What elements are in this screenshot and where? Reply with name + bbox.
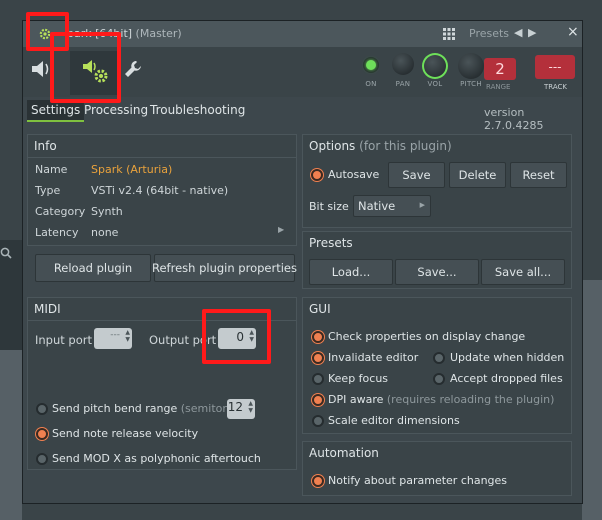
save-preset-button[interactable]: Save...: [395, 259, 479, 285]
highlight-plugin-settings: [50, 32, 121, 103]
refresh-plugin-properties-button[interactable]: Refresh plugin properties: [152, 254, 297, 282]
info-type-value: VSTi v2.4 (64bit - native): [91, 184, 229, 197]
bitsize-label: Bit size: [309, 200, 349, 213]
chevron-right-icon: ▶: [419, 201, 425, 209]
pitch-bend-spinner[interactable]: 12 ▲ ▼: [227, 399, 255, 419]
close-icon[interactable]: ×: [567, 24, 579, 40]
dpi-aware-label: DPI aware (requires reloading the plugin…: [328, 393, 555, 406]
background-right-strip: [582, 280, 602, 520]
reset-button[interactable]: Reset: [510, 162, 567, 188]
update-hidden-radio[interactable]: [433, 352, 445, 364]
input-port-spinner[interactable]: --- ▲ ▼: [94, 328, 132, 349]
chevron-right-icon[interactable]: ▶: [528, 26, 536, 39]
highlight-output-port: [202, 309, 271, 364]
invalidate-editor-label: Invalidate editor: [328, 351, 419, 364]
note-release-label: Send note release velocity: [52, 427, 199, 440]
bitsize-select[interactable]: Native ▶: [353, 195, 431, 217]
presets-heading: Presets: [309, 236, 353, 250]
pan-knob[interactable]: PAN: [391, 53, 415, 88]
accept-dropped-radio[interactable]: [433, 373, 445, 385]
volume-knob[interactable]: VOL: [421, 53, 449, 88]
note-release-radio[interactable]: [36, 428, 48, 440]
dpi-aware-radio[interactable]: [312, 394, 324, 406]
pitch-knob[interactable]: PITCH: [457, 53, 485, 88]
options-panel: Options (for this plugin) Autosave Save …: [302, 134, 572, 228]
presets-menu[interactable]: Presets: [469, 27, 509, 40]
info-heading: Info: [34, 139, 57, 153]
track-label: TRACK: [544, 83, 567, 91]
reload-plugin-button[interactable]: Reload plugin: [35, 254, 151, 282]
info-name-value: Spark (Arturia): [91, 163, 173, 176]
chevron-right-icon[interactable]: ▶: [278, 225, 284, 234]
check-properties-radio[interactable]: [312, 331, 324, 343]
scale-editor-label: Scale editor dimensions: [328, 414, 460, 427]
on-toggle[interactable]: ON: [359, 53, 383, 88]
info-latency-label: Latency: [35, 226, 79, 239]
check-properties-label: Check properties on display change: [328, 330, 526, 343]
keep-focus-label: Keep focus: [328, 372, 389, 385]
keep-focus-radio[interactable]: [312, 373, 324, 385]
options-heading: Options (for this plugin): [309, 139, 452, 153]
scale-editor-radio[interactable]: [312, 415, 324, 427]
track-selector[interactable]: ---: [535, 55, 575, 79]
load-preset-button[interactable]: Load...: [309, 259, 393, 285]
pitch-bend-radio[interactable]: [36, 403, 48, 415]
accept-dropped-label: Accept dropped files: [450, 372, 563, 385]
delete-button[interactable]: Delete: [449, 162, 506, 188]
tab-processing[interactable]: Processing: [84, 103, 148, 117]
background-right-panel: [582, 0, 602, 280]
autosave-label: Autosave: [328, 168, 380, 181]
pitch-range-value[interactable]: 2: [484, 58, 516, 80]
info-latency-value: none: [91, 226, 119, 239]
save-button[interactable]: Save: [388, 162, 445, 188]
notify-parameter-label: Notify about parameter changes: [328, 474, 508, 487]
background-left-strip: [0, 350, 22, 520]
gui-heading: GUI: [309, 302, 331, 316]
invalidate-editor-radio[interactable]: [312, 352, 324, 364]
search-icon[interactable]: [0, 247, 12, 263]
info-category-value: Synth: [91, 205, 123, 218]
save-all-presets-button[interactable]: Save all...: [481, 259, 565, 285]
midi-heading: MIDI: [34, 302, 61, 316]
automation-heading: Automation: [309, 446, 379, 460]
input-port-label: Input port: [35, 333, 93, 347]
tab-troubleshooting[interactable]: Troubleshooting: [150, 103, 245, 117]
pitch-bend-label: Send pitch bend range (semitones): [52, 402, 247, 415]
autosave-radio[interactable]: [311, 169, 323, 181]
tab-settings[interactable]: Settings: [27, 100, 85, 122]
range-label: RANGE: [486, 83, 511, 91]
info-name-label: Name: [35, 163, 68, 176]
wrench-icon[interactable]: [123, 59, 143, 82]
update-hidden-label: Update when hidden: [450, 351, 565, 364]
automation-panel: Automation Notify about parameter change…: [302, 441, 572, 496]
info-panel: Info Name Spark (Arturia) Type VSTi v2.4…: [27, 134, 297, 246]
speaker-icon[interactable]: [31, 60, 51, 81]
notify-parameter-radio[interactable]: [312, 475, 324, 487]
grid-icon[interactable]: [443, 28, 455, 40]
mod-x-label: Send MOD X as polyphonic aftertouch: [52, 452, 261, 465]
gui-panel: GUI Check properties on display change I…: [302, 297, 572, 434]
chevron-left-icon[interactable]: ◀: [514, 26, 522, 39]
version-label: version 2.7.0.4285: [484, 106, 544, 132]
mod-x-radio[interactable]: [36, 453, 48, 465]
info-category-label: Category: [35, 205, 86, 218]
presets-panel: Presets Load... Save... Save all...: [302, 231, 572, 289]
info-type-label: Type: [35, 184, 61, 197]
